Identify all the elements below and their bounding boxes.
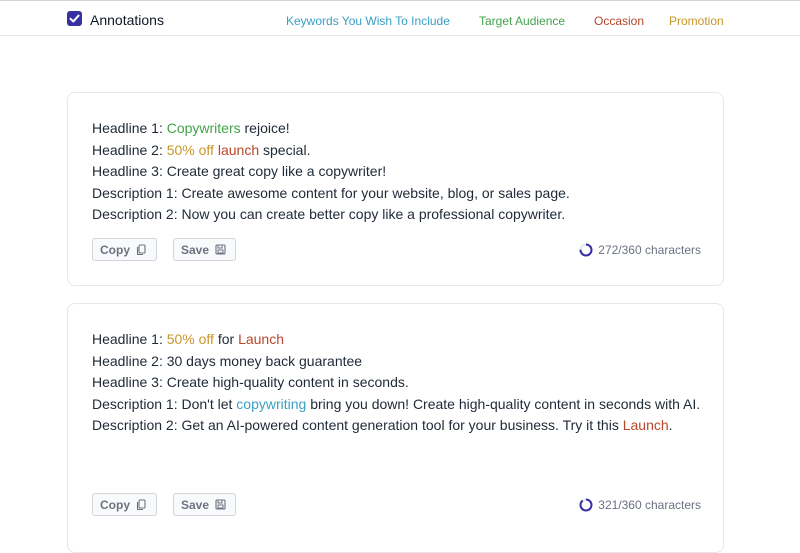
save-icon (215, 244, 226, 255)
occasion-highlight: Launch (238, 331, 285, 347)
character-count: 321/360 characters (579, 498, 701, 512)
ad-copy-line: Headline 3: Create great copy like a cop… (92, 161, 707, 183)
keyword-highlight: copywriting (236, 395, 307, 412)
ad-copy-line: Headline 1: 50% off for Launch (92, 329, 707, 351)
ad-copy-line: Headline 2: 30 days money back guarantee (92, 351, 707, 373)
text-segment: Description 1: Don't let (92, 395, 237, 412)
text-segment: . (668, 417, 673, 434)
copy-button-label: Copy (100, 242, 130, 257)
top-bar: Annotations Keywords You Wish To Include… (0, 0, 800, 36)
copy-icon (136, 498, 146, 511)
save-button-label: Save (181, 242, 210, 257)
ad-copy-line: Description 2: Get an AI-powered content… (92, 415, 707, 437)
character-count-text: 321/360 characters (598, 498, 701, 512)
text-segment: Headline 1: (92, 331, 167, 347)
character-count-text: 272/360 characters (598, 243, 701, 257)
occasion-highlight: Launch (622, 417, 669, 434)
text-segment: Headline 3: Create high-quality content … (92, 374, 409, 391)
text-segment: Headline 1: (92, 120, 167, 136)
text-segment: Description 2: Now you can create better… (92, 206, 566, 223)
occasion-highlight: launch (217, 141, 260, 158)
ad-copy-line: Headline 3: Create high-quality content … (92, 372, 707, 394)
ad-copy-line: Headline 1: Copywriters rejoice! (92, 118, 707, 140)
text-segment: rejoice! (240, 120, 290, 136)
annotations-label[interactable]: Annotations (90, 12, 164, 28)
save-button-label: Save (181, 497, 210, 512)
ad-copy-text: Headline 1: Copywriters rejoice! Headline… (92, 118, 707, 226)
text-segment: Description 2: Get an AI-powered content… (92, 417, 623, 434)
ad-copy-text: Headline 1: 50% off for Launch Headline 2… (92, 329, 707, 437)
ad-copy-line: Headline 2: 50% off launch special. (92, 140, 707, 162)
promotion-highlight: 50% off (166, 331, 214, 347)
ad-copy-line: Description 1: Don't let copywriting bri… (92, 394, 707, 416)
save-icon (215, 499, 226, 510)
text-segment: Headline 2: 30 days money back guarantee (92, 352, 363, 369)
progress-ring-icon (579, 498, 593, 512)
progress-ring-icon (579, 243, 593, 257)
ad-result-card: Headline 1: 50% off for Launch Headline 2… (67, 303, 724, 553)
copy-button[interactable]: Copy (92, 493, 157, 516)
text-segment: for (213, 331, 239, 347)
copy-button[interactable]: Copy (92, 238, 157, 261)
annotations-checkbox[interactable] (67, 11, 82, 26)
character-count: 272/360 characters (579, 243, 701, 257)
save-button[interactable]: Save (173, 493, 236, 516)
legend-target-audience: Target Audience (479, 14, 566, 28)
copy-button-label: Copy (100, 497, 130, 512)
ad-copy-line: Description 1: Create awesome content fo… (92, 183, 707, 205)
ad-result-card: Headline 1: Copywriters rejoice! Headline… (67, 92, 724, 286)
legend-promotion: Promotion (669, 14, 724, 28)
save-button[interactable]: Save (173, 238, 236, 261)
text-segment: Headline 2: (92, 141, 167, 158)
text-segment: Description 1: Create awesome content fo… (92, 184, 570, 201)
promotion-highlight: 50% off (166, 141, 214, 158)
target-audience-highlight: Copywriters (166, 120, 241, 136)
legend-keywords: Keywords You Wish To Include (286, 14, 450, 28)
check-icon (69, 14, 80, 23)
legend-occasion: Occasion (594, 14, 645, 28)
text-segment: Headline 3: Create great copy like a cop… (92, 163, 387, 180)
ad-copy-line: Description 2: Now you can create better… (92, 204, 707, 226)
text-segment: bring you down! Create high-quality cont… (306, 395, 701, 412)
copy-icon (136, 243, 146, 256)
text-segment: special. (259, 141, 311, 158)
